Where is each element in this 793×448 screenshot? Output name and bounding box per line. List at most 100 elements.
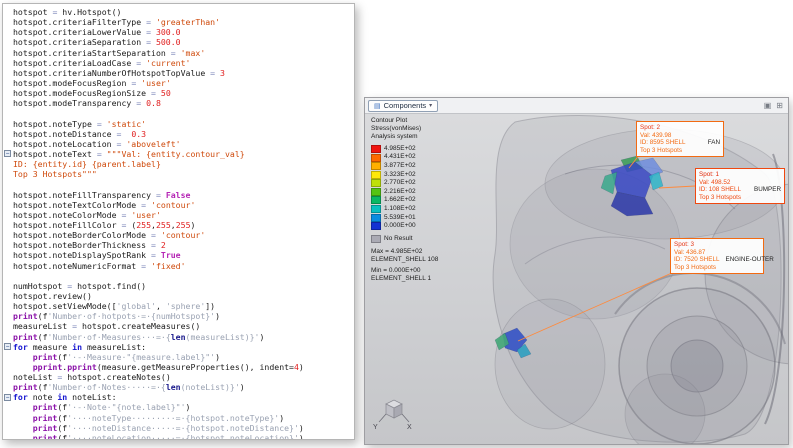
code-line: print(f'·-·Measure·"{measure.label}"') (3, 352, 354, 362)
spot-id: ID: 8595 SHELL (640, 139, 686, 147)
gutter (3, 48, 13, 58)
add-window-icon[interactable]: ⊞ (776, 102, 783, 110)
spot-id: ID: 108 SHELL (699, 186, 741, 194)
code-line: hotspot.setViewMode(['global', 'sphere']… (3, 301, 354, 311)
legend-entry: 1.662E+02 (371, 196, 438, 205)
viewer-tab-bar: ▤ Components ▾ ▣ ⊞ (365, 98, 788, 114)
code-line: measureList = hotspot.createMeasures() (3, 321, 354, 331)
components-icon: ▤ (374, 102, 381, 110)
code-line: hotspot.noteDistance = 0.3 (3, 129, 354, 139)
fold-marker-icon[interactable]: − (4, 394, 11, 401)
gutter (3, 291, 13, 301)
gutter (3, 68, 13, 78)
gutter (3, 27, 13, 37)
orientation-triad: Y X (370, 396, 416, 436)
legend-color-block (371, 162, 381, 170)
legend-entry: 4.431E+02 (371, 153, 438, 162)
legend-color-block (371, 179, 381, 187)
code-line: hotspot.criteriaLoadCase = 'current' (3, 58, 354, 68)
code-line: hotspot.noteColorMode = 'user' (3, 210, 354, 220)
3d-viewport[interactable]: Contour PlotStress(vonMises)Analysis sys… (365, 114, 788, 444)
code-line: print(f'Number·of·Measures···=·{len(meas… (3, 332, 354, 342)
gutter (3, 169, 13, 179)
code-line: print(f'Number·of·hotpots·=·{numHotspot}… (3, 311, 354, 321)
viewer-window: ▤ Components ▾ ▣ ⊞ (364, 97, 789, 445)
gutter (3, 37, 13, 47)
spot-part-label: FAN (708, 139, 720, 147)
code-line: print(f'····noteType·········=·{hotspot.… (3, 413, 354, 423)
legend-value-label: 3.877E+02 (384, 162, 416, 170)
legend-value-label: 3.323E+02 (384, 171, 416, 179)
code-line: hotspot.criteriaNumberOfHotspotTopValue … (3, 68, 354, 78)
spot-note-3[interactable]: Spot: 3 Val: 436.87 ID: 7520 SHELL ENGIN… (670, 238, 764, 274)
gutter (3, 301, 13, 311)
components-tab[interactable]: ▤ Components ▾ (368, 100, 438, 112)
legend-value-label: 5.539E+01 (384, 214, 416, 222)
code-line: −for note in noteList: (3, 392, 354, 402)
fold-marker-icon[interactable]: − (4, 343, 11, 350)
pin-icon[interactable]: ▣ (764, 102, 772, 110)
legend-stat-line: ELEMENT_SHELL 108 (371, 256, 438, 264)
spot-footer: Top 3 Hotspots (640, 147, 720, 155)
gutter (3, 108, 13, 118)
spot-footer: Top 3 Hotspots (674, 264, 760, 272)
triad-y-label: Y (373, 424, 378, 431)
legend-value-label: 0.000E+00 (384, 222, 416, 230)
code-editor-panel: hotspot = hv.Hotspot()hotspot.criteriaFi… (2, 3, 355, 440)
gutter (3, 88, 13, 98)
chevron-down-icon[interactable]: ▾ (429, 102, 432, 109)
code-line: hotspot.noteDisplaySpotRank = True (3, 250, 354, 260)
gutter (3, 362, 13, 372)
legend-entry: 1.108E+02 (371, 205, 438, 214)
gutter (3, 119, 13, 129)
legend-noresult: No Result (371, 235, 438, 244)
gutter (3, 413, 13, 423)
gutter (3, 7, 13, 17)
spot-note-2[interactable]: Spot: 2 Val: 439.98 ID: 8595 SHELL FAN T… (636, 121, 724, 157)
spot-val: Val: 439.98 (640, 132, 720, 140)
legend-entry: 3.323E+02 (371, 170, 438, 179)
fold-marker-icon[interactable]: − (4, 150, 11, 157)
gutter (3, 220, 13, 230)
code-line: pprint.pprint(measure.getMeasureProperti… (3, 362, 354, 372)
code-line: numHotspot = hotspot.find() (3, 281, 354, 291)
gutter (3, 17, 13, 27)
spot-note-1[interactable]: Spot: 1 Val: 498.52 ID: 108 SHELL BUMPER… (695, 168, 785, 204)
gutter (3, 58, 13, 68)
gutter (3, 190, 13, 200)
spot-id: ID: 7520 SHELL (674, 256, 720, 264)
gutter (3, 352, 13, 362)
legend-value-label: 4.431E+02 (384, 153, 416, 161)
code-line: Top 3 Hotspots""" (3, 169, 354, 179)
legend-entry: 5.539E+01 (371, 213, 438, 222)
legend-entry: 0.000E+00 (371, 222, 438, 231)
code-line: ID: {entity.id} {parent.label} (3, 159, 354, 169)
code-line: hotspot.noteTextColorMode = 'contour' (3, 200, 354, 210)
gutter (3, 230, 13, 240)
gutter (3, 281, 13, 291)
code-line: −hotspot.noteText = """Val: {entity.cont… (3, 149, 354, 159)
legend-entry: 4.985E+02 (371, 145, 438, 154)
legend-color-block (371, 171, 381, 179)
gutter (3, 179, 13, 189)
gutter (3, 372, 13, 382)
legend-value-label: 2.770E+02 (384, 179, 416, 187)
code-line: hotspot.noteType = 'static' (3, 119, 354, 129)
code-area[interactable]: hotspot = hv.Hotspot()hotspot.criteriaFi… (3, 4, 354, 440)
code-line: print(f'····noteDistance·····=·{hotspot.… (3, 423, 354, 433)
code-line: print(f'·-·Note·"{note.label}"') (3, 402, 354, 412)
legend-color-block (371, 154, 381, 162)
code-line: hotspot.noteFillColor = (255,255,255) (3, 220, 354, 230)
legend-noresult-block (371, 235, 381, 243)
legend-title-line: Contour Plot (371, 117, 438, 125)
legend-noresult-label: No Result (384, 235, 413, 243)
gutter (3, 402, 13, 412)
spot-val: Val: 436.87 (674, 249, 760, 257)
code-line (3, 108, 354, 118)
legend-color-block (371, 214, 381, 222)
gutter (3, 261, 13, 271)
code-line: hotspot.modeFocusRegionSize = 50 (3, 88, 354, 98)
legend-color-block (371, 205, 381, 213)
spot-val: Val: 498.52 (699, 179, 781, 187)
code-line: hotspot.criteriaSeparation = 500.0 (3, 37, 354, 47)
